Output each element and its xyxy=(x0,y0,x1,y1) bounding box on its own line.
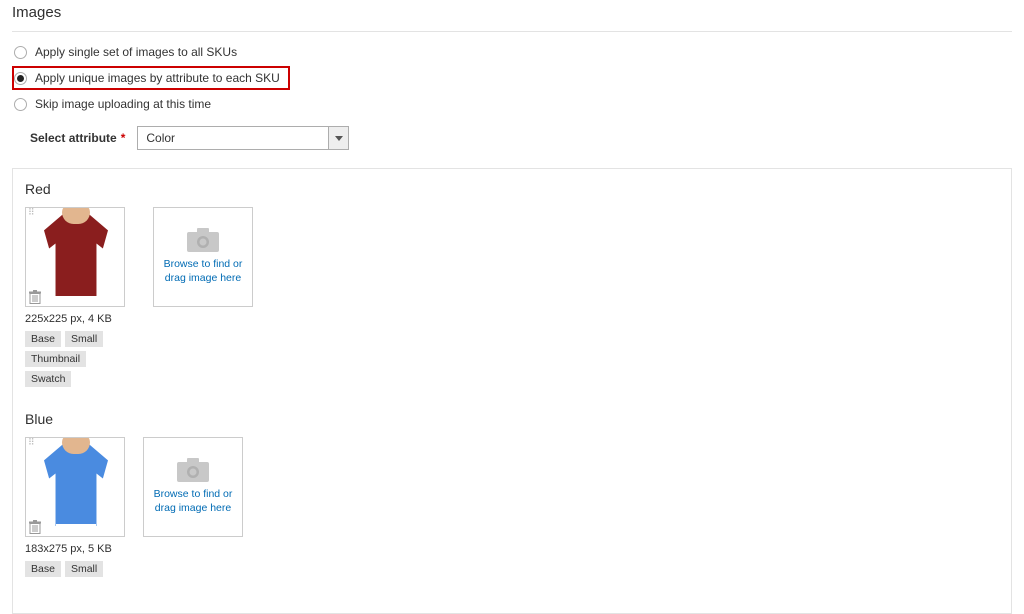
radio-icon xyxy=(14,98,27,111)
radio-icon xyxy=(14,72,27,85)
select-value: Color xyxy=(138,127,328,149)
role-tag[interactable]: Small xyxy=(65,331,103,347)
drag-handle-icon[interactable]: ⠿ xyxy=(28,210,40,224)
divider xyxy=(12,31,1012,32)
image-meta: 183x275 px, 5 KB xyxy=(25,543,125,555)
role-tag[interactable]: Base xyxy=(25,331,61,347)
select-attribute-label: Select attribute xyxy=(30,131,117,145)
image-meta: 225x225 px, 4 KB xyxy=(25,313,135,325)
role-tags: BaseSmall Thumbnail Swatch xyxy=(25,331,135,387)
radio-apply-unique[interactable]: Apply unique images by attribute to each… xyxy=(14,68,288,88)
variants-panel: Red⠿225x225 px, 4 KBBaseSmallThumbnailSw… xyxy=(12,168,1012,614)
role-tag[interactable]: Small xyxy=(65,561,103,577)
role-tag[interactable]: Base xyxy=(25,561,61,577)
variant-block: Blue ⠿ 183x275 px, 5 KB BaseSmall Browse to … xyxy=(25,411,999,577)
radio-apply-single[interactable]: Apply single set of images to all SKUs xyxy=(14,42,1012,62)
upload-dropzone[interactable]: Browse to find or drag image here xyxy=(153,207,253,307)
role-tags: BaseSmall xyxy=(25,561,125,577)
upload-text: Browse to find or drag image here xyxy=(158,258,248,285)
radio-label: Skip image uploading at this time xyxy=(35,97,211,111)
upload-dropzone[interactable]: Browse to find or drag image here xyxy=(143,437,243,537)
radio-label: Apply unique images by attribute to each… xyxy=(35,71,280,85)
section-title: Images xyxy=(12,0,1012,25)
role-tag[interactable]: Swatch xyxy=(25,371,71,387)
camera-icon xyxy=(177,458,209,482)
attribute-select[interactable]: Color xyxy=(137,126,349,150)
upload-text: Browse to find or drag image here xyxy=(148,488,238,515)
radio-icon xyxy=(14,46,27,59)
radio-skip-upload[interactable]: Skip image uploading at this time xyxy=(14,94,1012,114)
required-indicator: * xyxy=(121,131,126,145)
trash-icon[interactable] xyxy=(28,290,42,304)
drag-handle-icon[interactable]: ⠿ xyxy=(28,440,40,454)
product-image-thumb[interactable]: ⠿ xyxy=(25,437,125,537)
radio-label: Apply single set of images to all SKUs xyxy=(35,45,237,59)
trash-icon[interactable] xyxy=(28,520,42,534)
variant-title: Blue xyxy=(25,411,999,427)
variant-block: Red ⠿ 225x225 px, 4 KB BaseSmall Thumbnail Sw… xyxy=(25,181,999,387)
product-image-thumb[interactable]: ⠿ xyxy=(25,207,125,307)
camera-icon xyxy=(187,228,219,252)
variant-title: Red xyxy=(25,181,999,197)
role-tag[interactable]: Thumbnail xyxy=(25,351,86,367)
image-mode-radio-group: Apply single set of images to all SKUs A… xyxy=(14,42,1012,114)
chevron-down-icon xyxy=(328,127,348,149)
